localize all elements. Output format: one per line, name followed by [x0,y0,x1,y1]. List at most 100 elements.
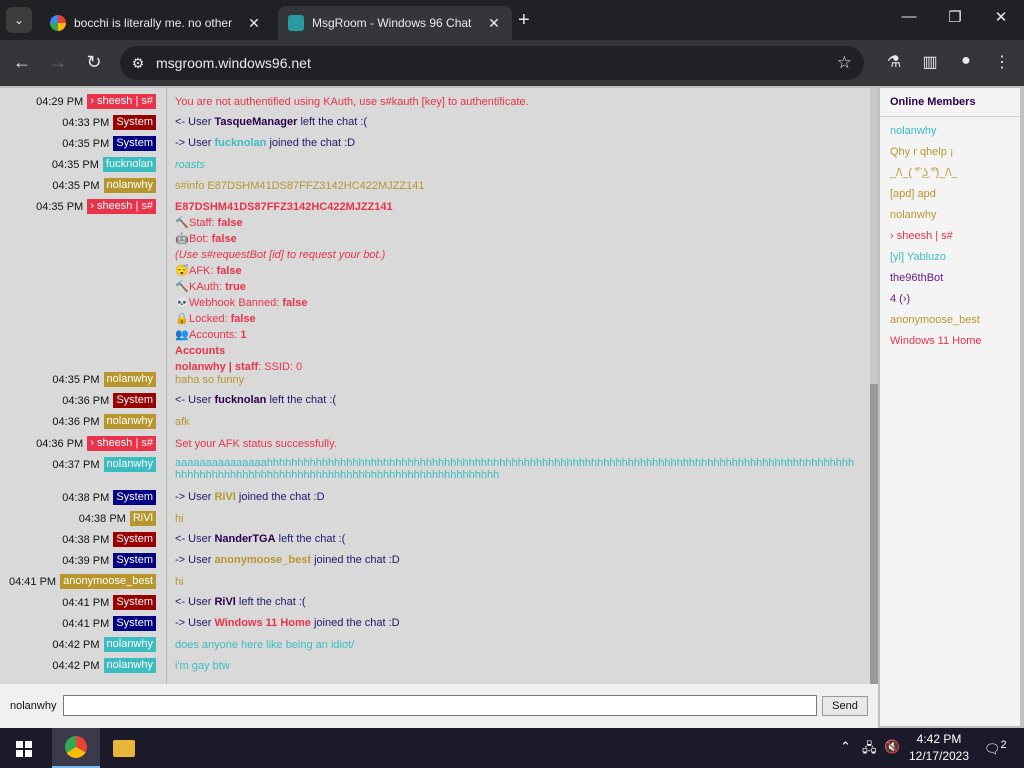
system-username: TasqueManager [214,116,298,128]
close-icon[interactable]: ✕ [246,15,262,32]
chevron-down-icon[interactable]: ⌄ [6,7,32,33]
author-badge[interactable]: System [113,115,156,130]
author-badge[interactable]: › sheesh | s# [87,436,156,451]
member-item[interactable]: anonymoose_best [890,314,980,326]
browser-toolbar: ← → ↻ ⚙ msgroom.windows96.net ☆ ⚗ ▥ ● ⋮ [0,40,1024,86]
message-meta: 04:42 PM nolanwhy [52,658,156,673]
member-item[interactable]: Qhy r qhelp ¡ [890,146,954,158]
side-panel-icon[interactable]: ▥ [919,52,941,72]
author-badge[interactable]: RiVl [129,511,156,526]
minimize-icon[interactable]: — [886,8,932,25]
author-badge[interactable]: System [113,136,156,151]
field-value: false [216,265,242,277]
author-badge[interactable]: › sheesh | s# [87,94,156,109]
author-badge[interactable]: System [113,393,156,408]
message-line: 😴AFK: false [175,263,859,279]
message-meta: 04:41 PM System [62,616,156,631]
message-line: 💀Webhook Banned: false [175,295,859,311]
message-line: roasts [175,159,205,171]
author-badge[interactable]: nolanwhy [103,372,156,387]
author-badge[interactable]: System [113,616,156,631]
member-item[interactable]: nolanwhy [890,125,936,137]
message-line: i'm gay btw [175,660,230,672]
forward-arrow-icon[interactable]: → [46,52,70,73]
author-badge[interactable]: nolanwhy [103,637,156,652]
message-line: Set your AFK status successfully. [175,438,337,450]
close-window-icon[interactable]: ✕ [978,8,1024,26]
author-badge[interactable]: nolanwhy [103,658,156,673]
member-item[interactable]: 4 (›) [890,293,910,305]
address-bar[interactable]: ⚙ msgroom.windows96.net ☆ [120,46,864,80]
message-meta: 04:38 PM RiVl [79,511,156,526]
author-badge[interactable]: anonymoose_best [60,574,156,589]
flask-icon[interactable]: ⚗ [883,52,905,72]
message-body: Set your AFK status successfully. [175,436,859,452]
member-item[interactable]: the96thBot [890,272,943,284]
restore-icon[interactable]: ❐ [932,8,978,26]
member-item[interactable]: _/\_( ͡° ͜ʖ ͡°)_/\_ [890,167,958,179]
field-label: Webhook Banned: [189,297,280,309]
author-badge[interactable]: › sheesh | s# [87,199,156,214]
author-badge[interactable]: nolanwhy [103,178,156,193]
author-badge[interactable]: nolanwhy [103,457,156,472]
network-icon[interactable]: 🖧 [862,739,877,761]
message-meta: 04:39 PM System [62,553,156,568]
tab-msgroom[interactable]: MsgRoom - Windows 96 Chat ✕ [278,6,512,40]
field-value: false [282,297,308,309]
reload-icon[interactable]: ↻ [82,52,106,73]
scrollbar-thumb[interactable] [870,384,878,684]
system-prefix: <- User [175,116,212,128]
message-input[interactable] [63,695,817,716]
notification-icon[interactable]: 🗨2 [984,739,1007,757]
chat-scrollbar[interactable] [870,88,878,684]
author-badge[interactable]: fucknolan [102,157,156,172]
member-item[interactable]: Windows 11 Home [890,335,982,347]
volume-muted-icon[interactable]: 🔇 [884,739,900,755]
author-badge[interactable]: System [113,553,156,568]
message-body: -> User fucknolan joined the chat :D [175,136,859,150]
plus-icon[interactable]: + [518,9,530,32]
chevron-up-icon[interactable]: ⌃ [840,739,851,755]
member-item[interactable]: [apd] apd [890,188,936,200]
clock[interactable]: 4:42 PM 12/17/2023 [906,731,972,765]
msgroom-favicon-icon [288,15,304,31]
message-line: 🔨Staff: false [175,215,859,231]
folder-icon [113,739,135,757]
message-line: hi [175,576,184,588]
message-line: afk [175,416,190,428]
system-suffix: joined the chat :D [238,491,325,503]
author-badge[interactable]: nolanwhy [103,414,156,429]
author-badge[interactable]: System [113,595,156,610]
message-meta: 04:41 PM anonymoose_best [9,574,156,589]
author-badge[interactable]: System [113,490,156,505]
message-time: 04:41 PM [62,596,110,609]
taskbar: ⌃ 🖧 🔇 4:42 PM 12/17/2023 🗨2 [0,728,1024,768]
message-body: -> User Windows 11 Home joined the chat … [175,616,859,630]
chrome-taskbar-app[interactable] [52,728,100,768]
tab-bocchi[interactable]: bocchi is literally me. no other ✕ [40,6,272,40]
site-settings-icon[interactable]: ⚙ [120,55,156,72]
member-item[interactable]: nolanwhy [890,209,936,221]
file-explorer-taskbar-app[interactable] [100,728,148,768]
windows-start-icon[interactable] [16,741,32,757]
send-button[interactable]: Send [822,696,868,716]
message-body: aaaaaaaaaaaaaaahhhhhhhhhhhhhhhhhhhhhhhhh… [175,457,859,481]
author-badge[interactable]: System [113,532,156,547]
star-icon[interactable]: ☆ [837,53,852,73]
message-line: 🤖Bot: false [175,231,859,247]
more-vert-icon[interactable]: ⋮ [991,52,1013,72]
message-body: <- User NanderTGA left the chat :( [175,532,859,546]
profile-icon[interactable]: ● [955,52,977,70]
back-arrow-icon[interactable]: ← [10,52,34,73]
system-suffix: left the chat :( [300,116,368,128]
message-line: 👥Accounts: 1 [175,327,859,343]
member-item[interactable]: › sheesh | s# [890,230,953,242]
member-item[interactable]: [yl] Yabluzo [890,251,946,263]
field-value: false [217,217,243,229]
system-suffix: joined the chat :D [314,554,400,566]
close-icon[interactable]: ✕ [486,15,502,32]
message-line: You are not authentified using KAuth, us… [175,96,529,108]
message-time: 04:33 PM [62,116,110,129]
tab-title: MsgRoom - Windows 96 Chat [312,16,472,30]
system-prefix: -> User [175,491,212,503]
